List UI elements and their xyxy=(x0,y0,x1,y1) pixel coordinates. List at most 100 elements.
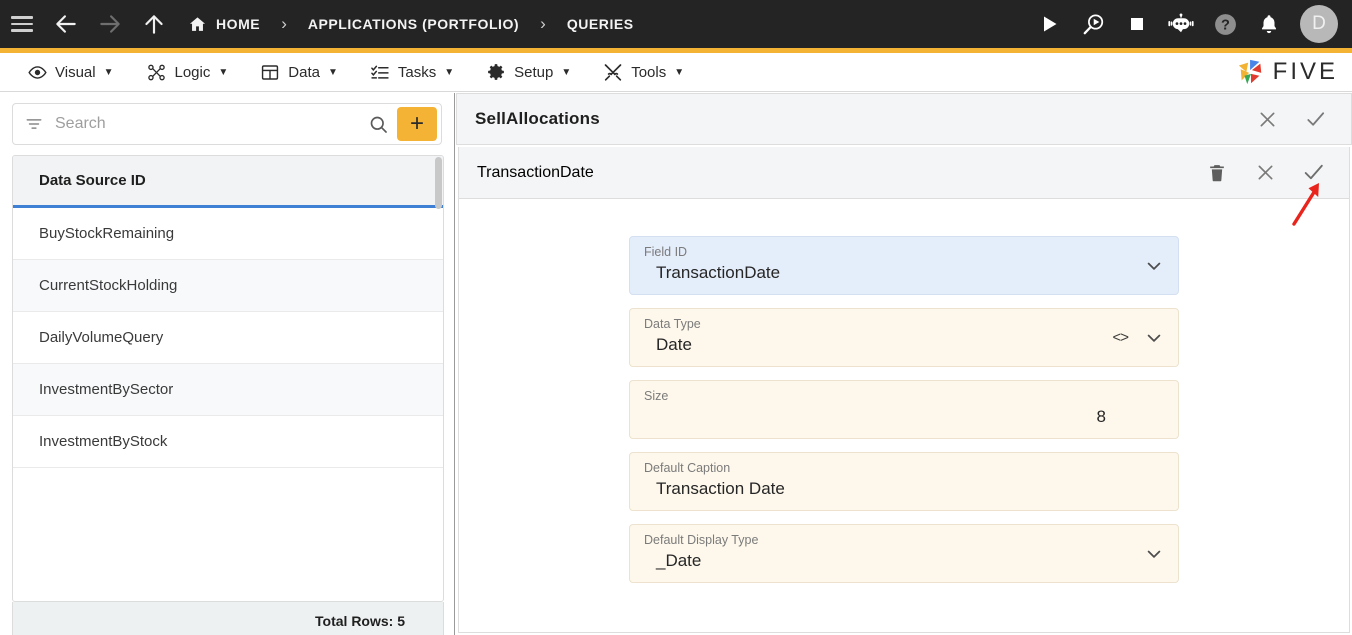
row-label: CurrentStockHolding xyxy=(39,277,178,294)
field-delete-button[interactable] xyxy=(1197,153,1237,193)
query-confirm-button[interactable] xyxy=(1295,99,1335,139)
field-header-actions xyxy=(1197,153,1333,193)
menu-item-data[interactable]: Data ▼ xyxy=(244,53,354,91)
flow-nodes-icon xyxy=(146,63,167,82)
size-label: Size xyxy=(644,389,669,403)
search-box[interactable]: + xyxy=(12,103,442,145)
row-label: InvestmentByStock xyxy=(39,433,168,450)
default-display-type-value: _Date xyxy=(656,551,702,570)
add-button[interactable]: + xyxy=(397,107,437,141)
menu-label-tools: Tools xyxy=(631,63,667,81)
default-display-type-icons xyxy=(1144,544,1164,564)
menu-item-setup[interactable]: Setup ▼ xyxy=(470,53,587,91)
breadcrumb-item-home[interactable]: HOME xyxy=(188,15,260,34)
row-label: BuyStockRemaining xyxy=(39,225,175,242)
breadcrumb-label-applications: APPLICATIONS (PORTFOLIO) xyxy=(307,16,520,32)
default-display-type-label: Default Display Type xyxy=(644,533,759,547)
chevron-down-icon: ▼ xyxy=(444,66,455,78)
table-row[interactable]: DailyVolumeQuery xyxy=(13,312,443,364)
column-header-label: Data Source ID xyxy=(39,172,146,189)
table-row[interactable]: CurrentStockHolding xyxy=(13,260,443,312)
query-close-button[interactable] xyxy=(1247,99,1287,139)
table-row[interactable]: InvestmentBySector xyxy=(13,364,443,416)
query-editor-panel: SellAllocations TransactionDate Field ID… xyxy=(456,93,1352,635)
chevron-down-icon: ▼ xyxy=(674,66,685,78)
total-rows-label: Total Rows: 5 xyxy=(315,612,405,629)
avatar[interactable]: D xyxy=(1300,5,1338,43)
data-type-value: Date xyxy=(656,335,692,354)
chevron-down-icon: ▼ xyxy=(218,66,229,78)
field-confirm-button[interactable] xyxy=(1293,153,1333,193)
play-icon[interactable] xyxy=(1028,0,1070,48)
field-title: TransactionDate xyxy=(477,163,594,181)
chevron-down-icon[interactable] xyxy=(1144,328,1164,348)
breadcrumb-item-applications[interactable]: APPLICATIONS (PORTFOLIO) xyxy=(308,16,519,32)
magnifier-play-icon[interactable] xyxy=(1072,0,1114,48)
chevron-down-icon[interactable] xyxy=(1144,544,1164,564)
table-footer: Total Rows: 5 xyxy=(12,602,444,635)
arrow-left-icon[interactable] xyxy=(44,0,88,48)
default-caption-value: Transaction Date xyxy=(656,479,785,498)
breadcrumb-item-queries[interactable]: QUERIES xyxy=(567,16,634,32)
arrow-up-icon[interactable] xyxy=(132,0,176,48)
chevron-down-icon: ▼ xyxy=(327,66,338,78)
breadcrumb: HOME › APPLICATIONS (PORTFOLIO) › QUERIE… xyxy=(188,14,634,34)
hamburger-menu-icon[interactable] xyxy=(0,0,44,48)
search-row: + xyxy=(0,93,454,153)
default-caption-label: Default Caption xyxy=(644,461,731,475)
data-type-label: Data Type xyxy=(644,317,701,331)
field-header: TransactionDate xyxy=(459,147,1349,199)
field-id-icons xyxy=(1144,256,1164,276)
field-properties-form: Field ID TransactionDate Data Type Date … xyxy=(459,199,1349,583)
arrow-right-icon[interactable] xyxy=(88,0,132,48)
field-editor-subpanel: TransactionDate Field ID TransactionDate… xyxy=(458,147,1350,633)
data-type-input[interactable]: Data Type Date <> xyxy=(629,308,1179,367)
menu-label-visual: Visual xyxy=(55,63,96,81)
menu-label-data: Data xyxy=(288,63,320,81)
chevron-down-icon: ▼ xyxy=(103,66,114,78)
checklist-icon xyxy=(370,63,390,82)
robot-icon[interactable] xyxy=(1160,0,1202,48)
table-column-header[interactable]: Data Source ID xyxy=(13,156,443,209)
menu-label-logic: Logic xyxy=(174,63,211,81)
menu-item-visual[interactable]: Visual ▼ xyxy=(12,53,130,91)
plus-icon: + xyxy=(409,110,424,137)
five-brand-logo: FIVE xyxy=(1236,58,1338,86)
top-navigation-tools: ? D xyxy=(1028,0,1352,48)
chevron-down-icon[interactable] xyxy=(1144,256,1164,276)
menu-item-tools[interactable]: Tools ▼ xyxy=(587,53,700,91)
bell-icon[interactable] xyxy=(1248,0,1290,48)
list-scrollbar[interactable] xyxy=(435,157,442,209)
data-type-icons: <> xyxy=(1112,328,1164,348)
menu-label-setup: Setup xyxy=(514,63,554,81)
field-id-value: TransactionDate xyxy=(656,263,781,282)
search-icon[interactable] xyxy=(363,114,393,135)
query-title: SellAllocations xyxy=(475,109,600,128)
top-navigation-bar: HOME › APPLICATIONS (PORTFOLIO) › QUERIE… xyxy=(0,0,1352,48)
gear-icon xyxy=(486,62,506,82)
eye-icon xyxy=(28,63,47,82)
breadcrumb-label-home: HOME xyxy=(216,16,261,32)
field-close-button[interactable] xyxy=(1245,153,1285,193)
breadcrumb-separator-1: › xyxy=(281,14,287,33)
size-input[interactable]: Size 8 xyxy=(629,380,1179,439)
question-circle-icon[interactable]: ? xyxy=(1204,0,1246,48)
menu-item-tasks[interactable]: Tasks ▼ xyxy=(354,53,470,91)
row-label: DailyVolumeQuery xyxy=(39,329,164,346)
default-display-type-input[interactable]: Default Display Type _Date xyxy=(629,524,1179,583)
stop-square-icon[interactable] xyxy=(1116,0,1158,48)
code-brackets-icon[interactable]: <> xyxy=(1112,329,1129,346)
table-row[interactable]: BuyStockRemaining xyxy=(13,208,443,260)
default-caption-input[interactable]: Default Caption Transaction Date xyxy=(629,452,1179,511)
table-row[interactable]: InvestmentByStock xyxy=(13,416,443,468)
breadcrumb-separator-2: › xyxy=(540,14,546,33)
field-id-input[interactable]: Field ID TransactionDate xyxy=(629,236,1179,295)
menu-label-tasks: Tasks xyxy=(397,63,437,81)
data-source-table: Data Source ID BuyStockRemaining Current… xyxy=(12,155,444,602)
svg-text:?: ? xyxy=(1221,17,1230,33)
menu-item-logic[interactable]: Logic ▼ xyxy=(130,53,245,91)
table-grid-icon xyxy=(260,63,280,82)
search-input[interactable] xyxy=(45,115,363,133)
query-header: SellAllocations xyxy=(456,93,1352,145)
filter-icon[interactable] xyxy=(23,115,45,133)
